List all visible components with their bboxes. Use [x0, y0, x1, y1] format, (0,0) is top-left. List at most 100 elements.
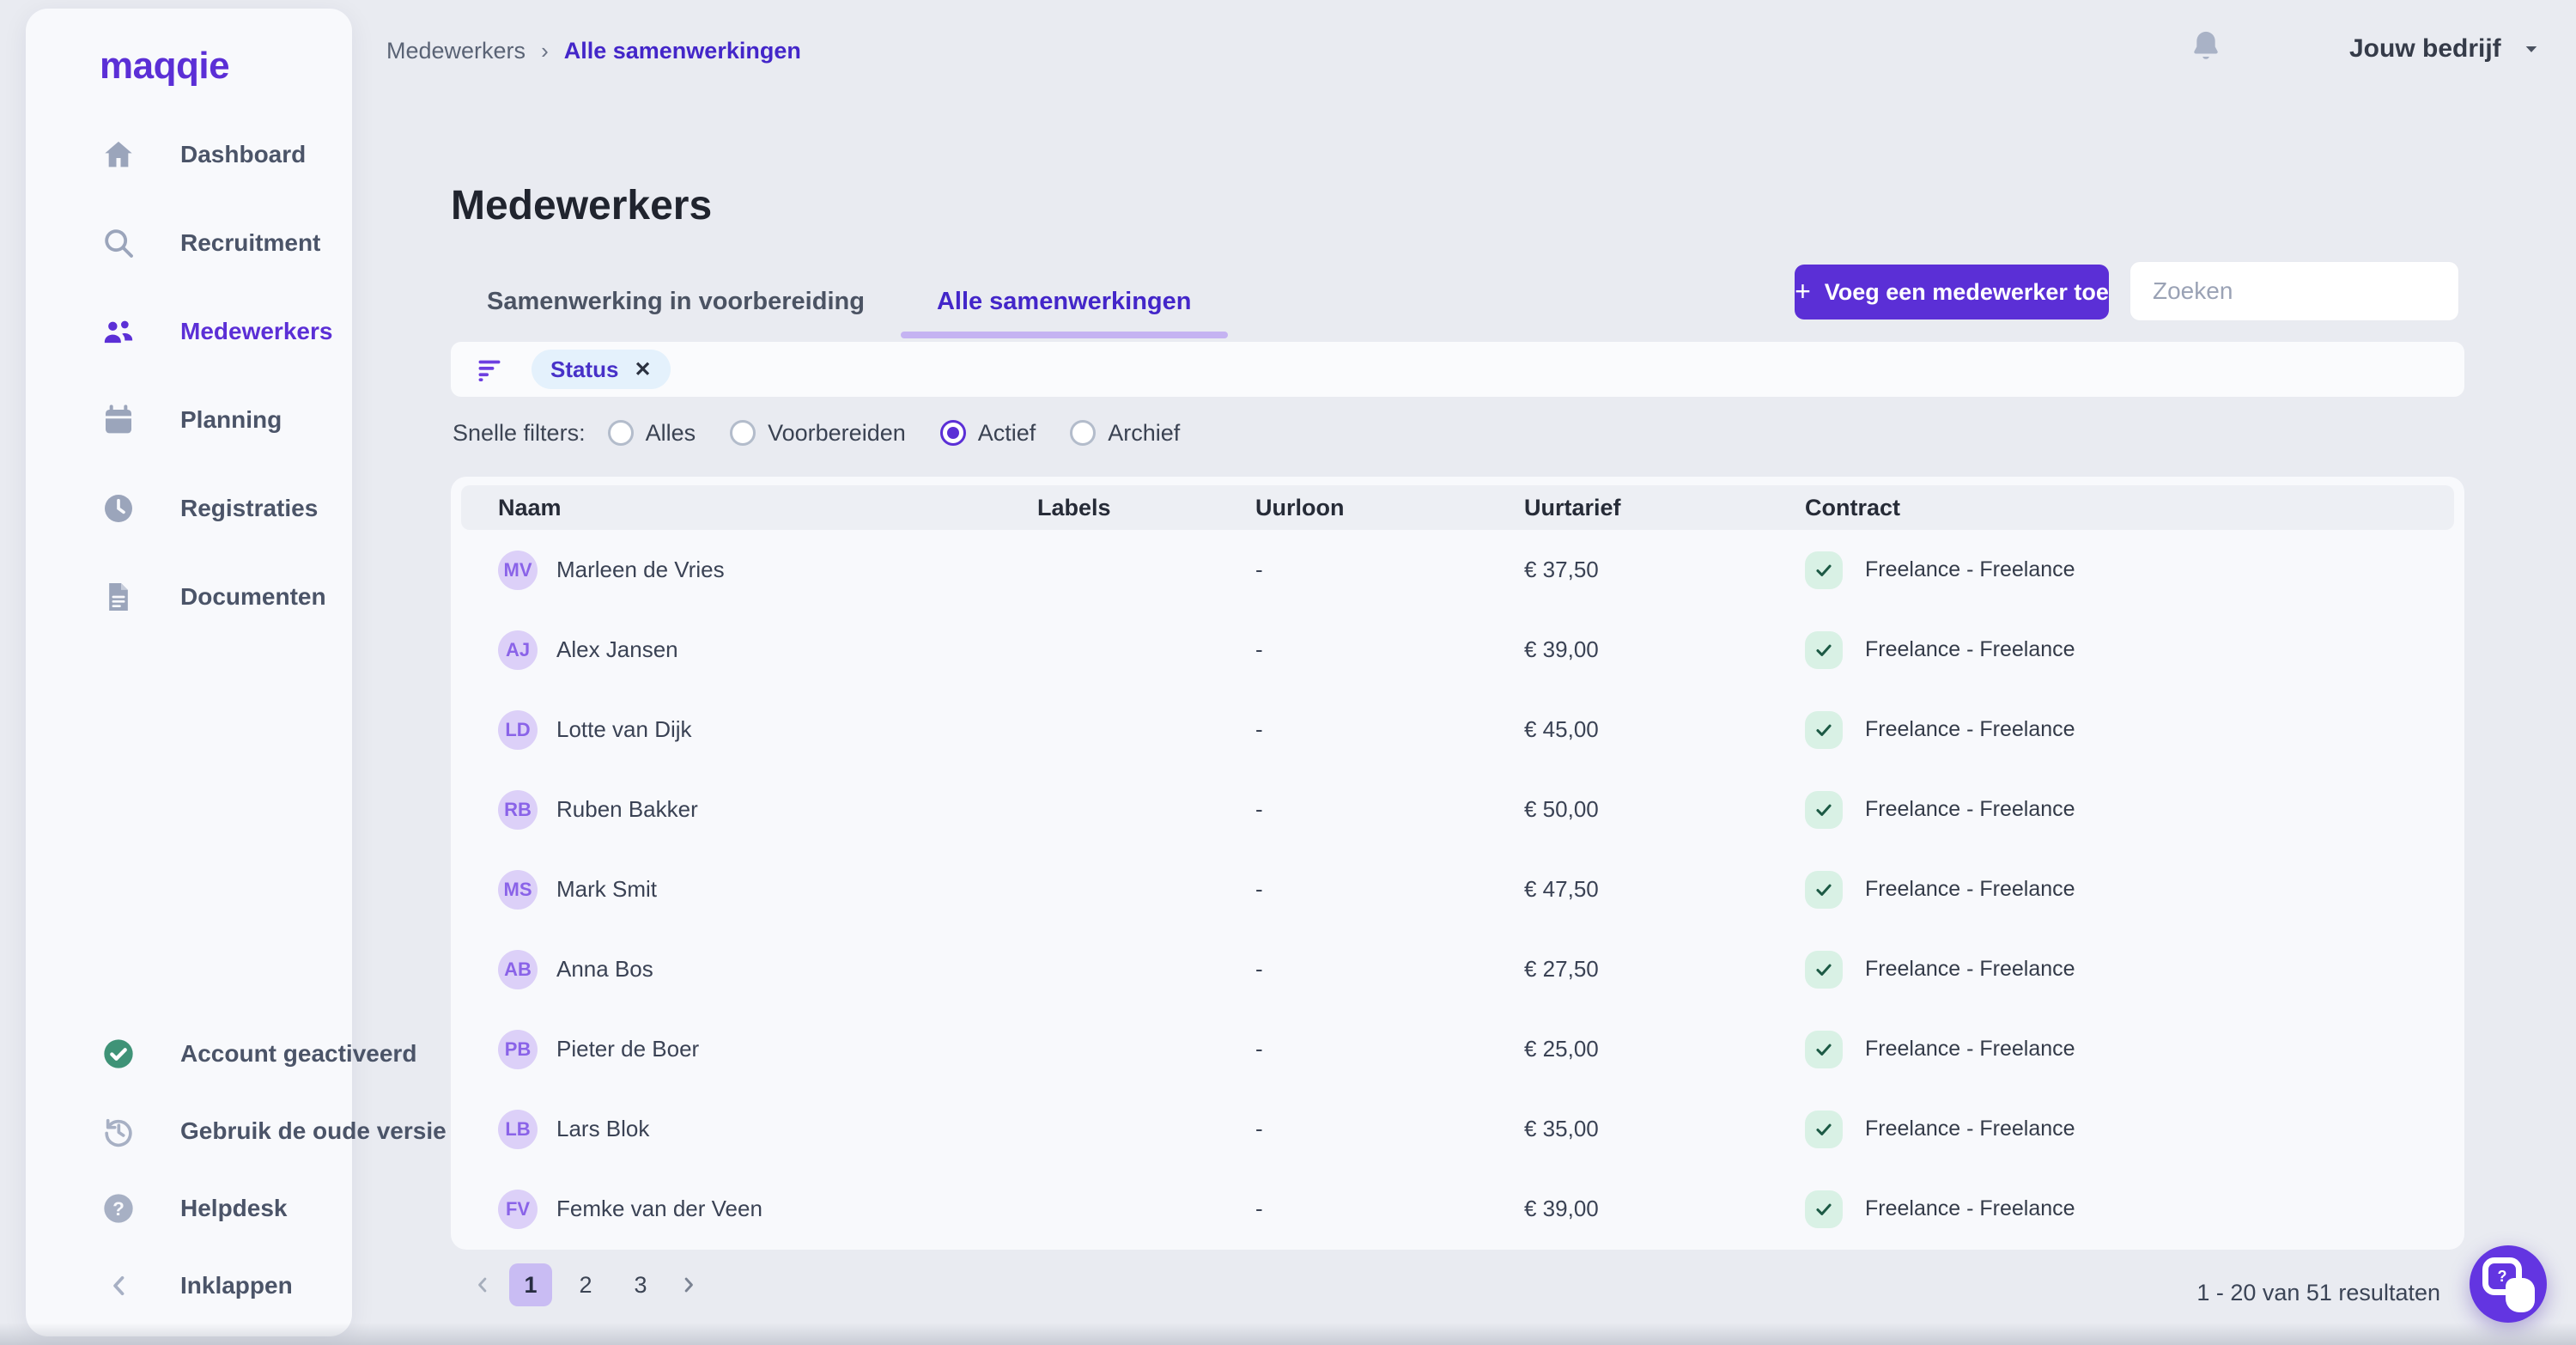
radio-icon[interactable] — [1070, 420, 1096, 446]
help-chat-button[interactable]: ? — [2470, 1245, 2547, 1323]
radio-icon[interactable] — [730, 420, 756, 446]
table-header-cell: Uurtarief — [1524, 495, 1805, 521]
sidebar-item[interactable]: Medewerkers — [26, 287, 352, 375]
breadcrumb-separator: › — [541, 38, 549, 64]
search-icon — [101, 226, 136, 260]
clock-icon — [101, 491, 136, 526]
contract-cell: Freelance - Freelance — [1805, 1111, 2464, 1148]
employee-name-cell: LD Lotte van Dijk — [498, 710, 1037, 750]
uurloon-cell: - — [1255, 956, 1524, 983]
quick-filter-option[interactable]: Actief — [940, 420, 1036, 447]
uurloon-cell: - — [1255, 1196, 1524, 1222]
sidebar-item[interactable]: Recruitment — [26, 198, 352, 287]
table-row[interactable]: MV Marleen de Vries - € 37,50 Freelance … — [451, 530, 2464, 610]
tab[interactable]: Samenwerking in voorbereiding — [451, 265, 901, 338]
contract-label: Freelance - Freelance — [1865, 1196, 2075, 1221]
uurtarief-cell: € 35,00 — [1524, 1116, 1805, 1142]
table-row[interactable]: PB Pieter de Boer - € 25,00 Freelance - … — [451, 1009, 2464, 1089]
check-icon — [1805, 631, 1843, 669]
next-page-icon[interactable] — [674, 1270, 703, 1299]
table-header-cell: Contract — [1805, 495, 2454, 521]
table-row[interactable]: FV Femke van der Veen - € 39,00 Freelanc… — [451, 1169, 2464, 1249]
contract-cell: Freelance - Freelance — [1805, 791, 2464, 829]
chevron-left-icon — [105, 1271, 134, 1300]
filter-bar: Status ✕ — [451, 342, 2464, 397]
svg-text:?: ? — [112, 1198, 125, 1220]
sidebar-footer-item[interactable]: ? Helpdesk — [26, 1170, 352, 1247]
check-icon — [1805, 1111, 1843, 1148]
table-row[interactable]: AB Anna Bos - € 27,50 Freelance - Freela… — [451, 929, 2464, 1009]
brand-logo: maqqie — [100, 45, 352, 88]
page-button[interactable]: 3 — [619, 1263, 662, 1306]
status-filter-chip[interactable]: Status ✕ — [532, 350, 671, 389]
calendar-icon — [101, 403, 136, 437]
sidebar-collapse-label: Inklappen — [180, 1272, 293, 1299]
company-switcher[interactable]: Jouw bedrijf — [2349, 34, 2543, 64]
quick-filter-option-label: Voorbereiden — [768, 420, 906, 447]
contract-label: Freelance - Freelance — [1865, 877, 2075, 902]
users-icon — [101, 314, 136, 349]
sidebar-item[interactable]: Planning — [26, 375, 352, 464]
employee-name-cell: MV Marleen de Vries — [498, 551, 1037, 590]
sidebar-item-label: Recruitment — [180, 229, 320, 257]
check-circle-icon — [101, 1037, 136, 1071]
close-icon[interactable]: ✕ — [634, 357, 651, 382]
search-input[interactable] — [2130, 277, 2463, 305]
sidebar-item[interactable]: Documenten — [26, 552, 352, 641]
previous-page-icon[interactable] — [468, 1270, 497, 1299]
sidebar-footer-item[interactable]: Account geactiveerd — [26, 1015, 352, 1092]
avatar: RB — [498, 790, 538, 830]
avatar: AJ — [498, 630, 538, 670]
uurtarief-cell: € 25,00 — [1524, 1036, 1805, 1062]
check-icon — [1805, 711, 1843, 749]
breadcrumb: Medewerkers › Alle samenwerkingen — [386, 38, 801, 64]
table-header-row: Naam Labels Uurloon Uurtarief Contract — [461, 485, 2454, 530]
tab[interactable]: Alle samenwerkingen — [901, 265, 1228, 338]
table-row[interactable]: MS Mark Smit - € 47,50 Freelance - Freel… — [451, 849, 2464, 929]
table-row[interactable]: LB Lars Blok - € 35,00 Freelance - Freel… — [451, 1089, 2464, 1169]
avatar: LD — [498, 710, 538, 750]
breadcrumb-item[interactable]: Medewerkers — [386, 38, 526, 64]
breadcrumb-item-active[interactable]: Alle samenwerkingen — [564, 38, 801, 64]
contract-label: Freelance - Freelance — [1865, 797, 2075, 822]
sidebar-item[interactable]: Registraties — [26, 464, 352, 552]
help-circle-icon: ? — [101, 1191, 136, 1226]
page-button[interactable]: 1 — [509, 1263, 552, 1306]
table-row[interactable]: AJ Alex Jansen - € 39,00 Freelance - Fre… — [451, 610, 2464, 690]
sidebar-item[interactable]: Dashboard — [26, 110, 352, 198]
employee-name: Marleen de Vries — [556, 557, 725, 583]
uurloon-cell: - — [1255, 1036, 1524, 1062]
contract-label: Freelance - Freelance — [1865, 557, 2075, 582]
page-button[interactable]: 2 — [564, 1263, 607, 1306]
employee-name-cell: FV Femke van der Veen — [498, 1190, 1037, 1229]
employee-name: Alex Jansen — [556, 636, 678, 663]
contract-cell: Freelance - Freelance — [1805, 1031, 2464, 1068]
quick-filter-option[interactable]: Voorbereiden — [730, 420, 906, 447]
uurloon-cell: - — [1255, 636, 1524, 663]
employee-name-cell: MS Mark Smit — [498, 870, 1037, 910]
quick-filter-option[interactable]: Archief — [1070, 420, 1180, 447]
radio-icon[interactable] — [608, 420, 634, 446]
notifications-bell-icon[interactable] — [2188, 27, 2224, 64]
quick-filter-option-label: Actief — [978, 420, 1036, 447]
contract-label: Freelance - Freelance — [1865, 957, 2075, 982]
add-employee-button[interactable]: + Voeg een medewerker toe — [1795, 265, 2109, 320]
plus-icon: + — [1795, 277, 1811, 305]
pagination: 1 2 3 — [468, 1263, 703, 1306]
table-row[interactable]: RB Ruben Bakker - € 50,00 Freelance - Fr… — [451, 770, 2464, 849]
filter-funnel-icon[interactable] — [475, 355, 504, 384]
employee-name-cell: PB Pieter de Boer — [498, 1030, 1037, 1069]
contract-cell: Freelance - Freelance — [1805, 951, 2464, 989]
sidebar-collapse-button[interactable]: Inklappen — [26, 1247, 352, 1324]
table-row[interactable]: LD Lotte van Dijk - € 45,00 Freelance - … — [451, 690, 2464, 770]
sidebar-footer-item-label: Gebruik de oude versie — [180, 1117, 447, 1145]
radio-icon[interactable] — [940, 420, 966, 446]
sidebar-item-label: Dashboard — [180, 141, 306, 168]
quick-filter-option[interactable]: Alles — [608, 420, 696, 447]
sidebar-footer-item-label: Helpdesk — [180, 1195, 288, 1222]
page-title: Medewerkers — [451, 182, 712, 229]
add-employee-label: Voeg een medewerker toe — [1825, 279, 2109, 306]
sidebar-footer-item[interactable]: Gebruik de oude versie — [26, 1092, 352, 1170]
uurtarief-cell: € 37,50 — [1524, 557, 1805, 583]
avatar: LB — [498, 1110, 538, 1149]
